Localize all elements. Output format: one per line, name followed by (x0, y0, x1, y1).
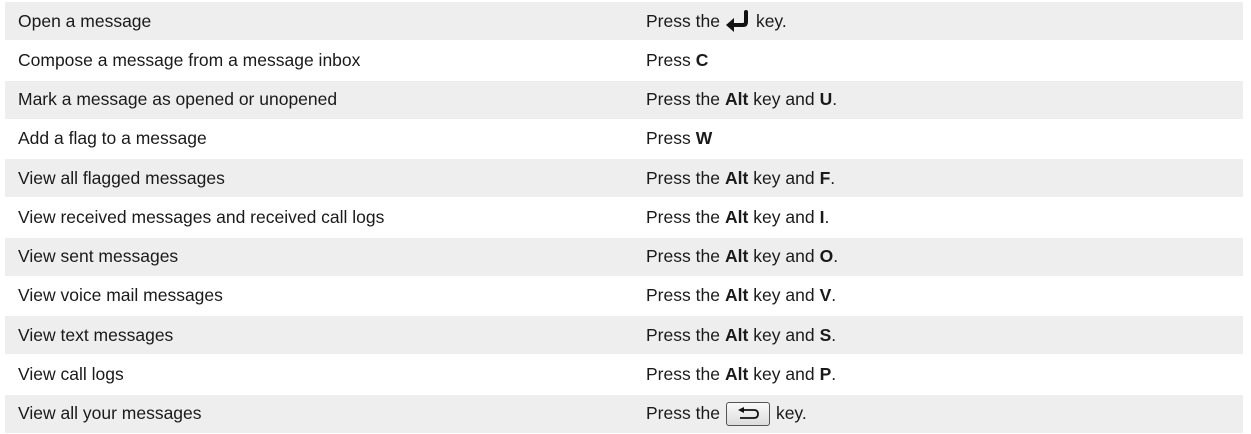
table-row: View all your messages Press the key. (5, 394, 1243, 434)
key-mid: key and (753, 324, 815, 345)
key-cell: Press the Alt key and I. (644, 207, 1243, 228)
key-mid: key and (753, 363, 815, 384)
modifier-key: Alt (724, 324, 749, 345)
table-row: View call logs Press the Alt key and P. (5, 355, 1243, 395)
key-end: . (824, 206, 830, 227)
modifier-key: Alt (724, 206, 749, 227)
key-cell: Press W (644, 128, 1243, 149)
key-suffix: key. (775, 403, 807, 424)
modifier-key: Alt (724, 363, 749, 384)
key-cell: Press the key. (644, 401, 1243, 426)
shortcut-table: Open a message Press the key. Compose a … (5, 2, 1243, 434)
key-letter: O (819, 246, 834, 267)
key-cell: Press the key. (644, 10, 1243, 33)
escape-back-key-icon (725, 401, 770, 426)
key-mid: key and (753, 206, 815, 227)
modifier-key: Alt (724, 246, 749, 267)
modifier-key: Alt (724, 167, 749, 188)
action-cell: View all your messages (18, 403, 202, 424)
key-letter: S (819, 324, 832, 345)
key-end: . (831, 363, 837, 384)
enter-key-icon (724, 10, 752, 33)
key-prefix: Press (646, 128, 691, 149)
table-row: View text messages Press the Alt key and… (5, 316, 1243, 356)
key-letter: P (819, 363, 832, 384)
table-row: Mark a message as opened or unopened Pre… (5, 80, 1243, 120)
key-cell: Press the Alt key and O. (644, 246, 1243, 267)
key-letter: U (819, 89, 833, 110)
key-prefix: Press the (646, 363, 720, 384)
key-prefix: Press the (646, 89, 720, 110)
key-mid: key and (753, 285, 815, 306)
key-mid: key and (753, 167, 815, 188)
key-end: . (831, 324, 837, 345)
key-cell: Press the Alt key and S. (644, 325, 1243, 346)
key-prefix: Press the (646, 10, 720, 31)
action-cell: Open a message (18, 10, 152, 31)
key-prefix: Press the (646, 167, 720, 188)
key-prefix: Press the (646, 206, 720, 227)
modifier-key: Alt (724, 285, 749, 306)
key-cell: Press the Alt key and F. (644, 168, 1243, 189)
action-cell: View call logs (18, 363, 124, 384)
key-letter: C (695, 49, 709, 70)
key-letter: F (819, 167, 831, 188)
key-cell: Press C (644, 50, 1243, 71)
key-cell: Press the Alt key and P. (644, 364, 1243, 385)
action-cell: View all flagged messages (18, 167, 225, 188)
key-cell: Press the Alt key and V. (644, 285, 1243, 306)
key-prefix: Press the (646, 285, 720, 306)
table-row: View all flagged messages Press the Alt … (5, 159, 1243, 199)
key-mid: key and (753, 89, 815, 110)
key-end: . (831, 285, 837, 306)
table-row: View sent messages Press the Alt key and… (5, 237, 1243, 277)
key-prefix: Press the (646, 324, 720, 345)
action-cell: View voice mail messages (18, 285, 223, 306)
action-cell: View text messages (18, 324, 174, 345)
key-cell: Press the Alt key and U. (644, 89, 1243, 110)
action-cell: View received messages and received call… (18, 206, 385, 227)
action-cell: Compose a message from a message inbox (18, 49, 361, 70)
action-cell: View sent messages (18, 246, 179, 267)
key-prefix: Press the (646, 403, 720, 424)
key-letter: W (695, 128, 713, 149)
modifier-key: Alt (724, 89, 749, 110)
key-end: . (833, 246, 839, 267)
table-row: Add a flag to a message Press W (5, 119, 1243, 159)
table-row: View received messages and received call… (5, 198, 1243, 238)
key-prefix: Press (646, 49, 691, 70)
table-row: View voice mail messages Press the Alt k… (5, 276, 1243, 316)
key-prefix: Press the (646, 246, 720, 267)
key-suffix: key. (755, 10, 787, 31)
action-cell: Mark a message as opened or unopened (18, 89, 338, 110)
key-end: . (830, 167, 836, 188)
action-cell: Add a flag to a message (18, 128, 207, 149)
key-mid: key and (753, 246, 815, 267)
table-row: Compose a message from a message inbox P… (5, 41, 1243, 81)
key-letter: V (819, 285, 832, 306)
key-end: . (832, 89, 838, 110)
table-row: Open a message Press the key. (5, 2, 1243, 42)
